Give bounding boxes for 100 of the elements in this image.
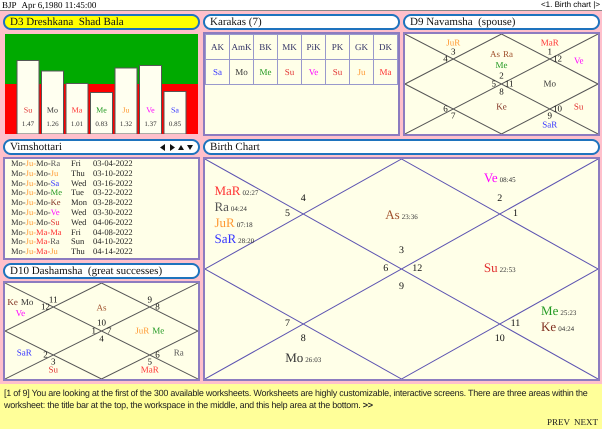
dasha-day: Wed [71,218,93,228]
planet-label: Me [496,60,508,71]
previous-icon[interactable] [160,144,166,150]
dasha-period: Mo-Ju-Ma-Ju [11,247,59,257]
karaka-heading: MK [278,34,302,60]
planet-label: Ve [574,56,584,66]
dasha-period: Mo-Ju-Mo-Ra [11,159,62,169]
house-number: 11 [48,296,58,305]
dasha-date: 03-22-2022 [93,188,134,198]
planet-label: Ke [496,102,507,112]
house-number: 3 [399,246,404,256]
karaka-planet: Me [254,60,278,84]
house-number: 5 [148,357,152,366]
planet-label: SaR [16,348,32,359]
dasha-period: Mo-Ju-Mo-Ju [11,168,60,178]
house-number: 3 [451,48,456,56]
planet-label: Ra [174,348,184,359]
house-number: 4 [99,334,104,344]
karaka-planet: Ve [302,60,326,84]
karaka-heading: GK [350,34,374,60]
karaka-planet: Ma [374,60,398,84]
house-number: 1 [92,326,96,336]
planet-label: Ra [503,49,513,60]
dasha-day: Fri [71,228,93,238]
house-number: 3 [51,357,56,366]
nav-link[interactable]: PREV [546,417,570,427]
dasha-day: Fri [71,159,93,169]
house-number: 9 [548,112,552,120]
worksheet-selector[interactable]: <1. Birth chart |> [541,0,600,10]
dasha-date: 04-06-2022 [93,218,134,228]
house-number: 7 [285,319,290,329]
dasha-date: 03-16-2022 [93,178,134,188]
dasha-period: Mo-Ju-Mo-Me [11,188,64,198]
dasha-date: 04-10-2022 [93,237,134,248]
dasha-day: Thu [71,247,93,257]
help-text: [1 of 9] You are looking at the first of the 300 available worksheets. Worksheets are highly customizable, interactive screens. There are three areas within the worksheet: the title bar at the top, the workspace in the middle, and this help area at the bottom. >> [4,387,589,411]
panel-title: Vimshottari [10,141,62,153]
karaka-planet: Mo [230,60,254,84]
house-number: 2 [499,72,504,80]
dasha-period: Mo-Ju-Mo-Ke [11,198,62,208]
next-icon[interactable] [169,144,175,150]
planet-label: JuR [135,326,150,336]
scroll-down-icon[interactable] [187,144,193,150]
panel-title: D3 Dreshkana Shad Bala [10,16,124,28]
karaka-heading: PiK [302,34,326,60]
karaka-planet: Su [278,60,302,84]
house-number: 7 [106,326,112,336]
house-number: 2 [497,194,502,204]
karaka-planet: Su [326,60,350,84]
chart-name: BJP [2,0,17,10]
dasha-date: 03-30-2022 [93,208,134,218]
panel-title: Karakas (7) [210,16,262,28]
dasha-date: 03-28-2022 [93,198,134,208]
house-number: 9 [148,296,152,305]
house-number: 6 [443,104,448,114]
planet-label: Mo [20,296,34,308]
dasha-day: Wed [71,178,93,188]
house-number: 10 [552,104,562,114]
house-number: 8 [499,88,504,96]
karaka-heading: PK [326,34,350,60]
planet-label: Su [574,102,584,112]
planet-label: Mo [544,78,556,90]
karaka-planet: Sa [206,60,230,84]
house-number: 11 [504,80,514,88]
dasha-period: Mo-Ju-Mo-Su [11,218,61,228]
house-number: 4 [300,194,306,204]
dasha-date: 03-04-2022 [93,159,134,169]
dasha-day: Tue [71,188,93,198]
house-number: 1 [548,48,552,56]
planet-label: JuR [446,38,460,48]
house-number: 8 [300,334,306,344]
scroll-up-icon[interactable] [178,144,184,150]
dasha-period: Mo-Ju-Mo-Sa [11,178,60,188]
bar [139,65,162,134]
house-number: 12 [552,54,562,64]
panel-title: Birth Chart [210,141,260,153]
house-number: 6 [155,350,160,360]
karaka-heading: AmK [230,34,254,60]
karaka-planet: Ju [350,60,374,84]
planet-label: MaR [540,38,559,48]
planet-label: Me [152,326,164,336]
dasha-date: 04-08-2022 [93,228,134,238]
planet-label: MaR [140,364,159,376]
karaka-heading: DK [374,34,398,60]
dasha-day: Thu [71,168,93,178]
planet-label: Ke [7,296,18,308]
dasha-day: Sun [71,237,93,248]
planet-label: As [96,302,106,314]
panel-title: D9 Navamsha (spouse) [410,16,516,28]
house-number: 7 [451,112,456,120]
more-link[interactable]: >> [362,400,373,410]
dasha-date: 03-10-2022 [93,168,134,178]
dasha-day: Wed [71,208,93,218]
house-number: 6 [383,264,388,274]
planet-label: As [490,49,500,60]
dasha-day: Mon [71,198,93,208]
karaka-heading: AK [206,34,230,60]
dasha-period: Mo-Ju-Ma-Ra [11,237,61,248]
bar [114,68,138,134]
nav-link[interactable]: NEXT [574,417,598,427]
